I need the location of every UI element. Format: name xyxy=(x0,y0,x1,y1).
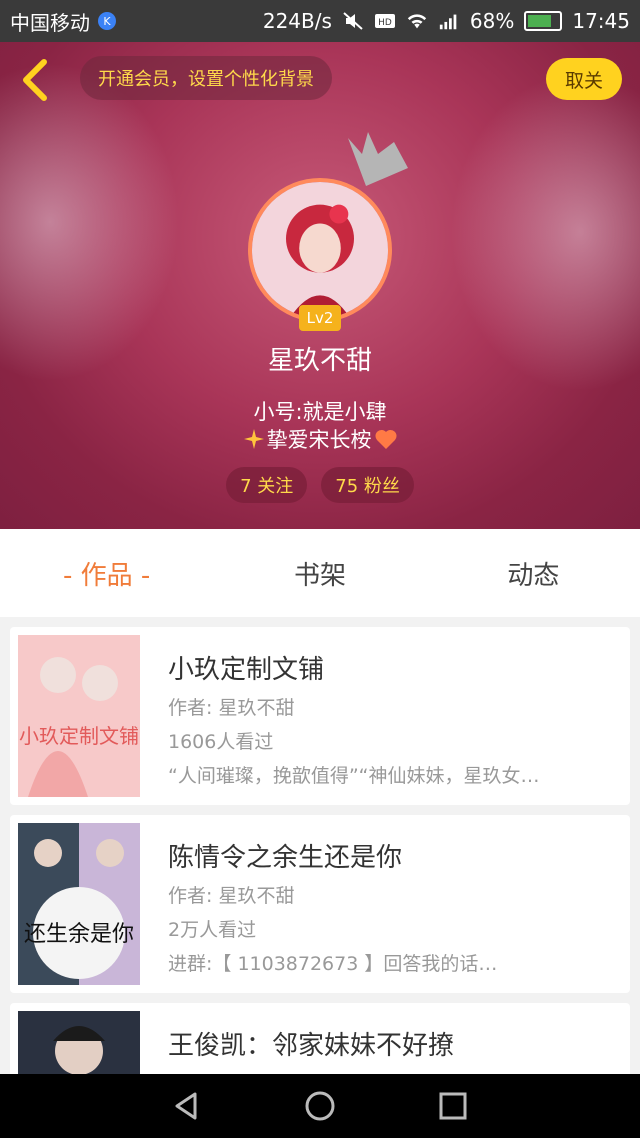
work-description: 进群:【 1103872673 】回答我的话… xyxy=(168,953,498,975)
heart-icon xyxy=(374,429,397,449)
work-title: 小玖定制文铺 xyxy=(168,655,325,685)
crown-icon xyxy=(348,132,408,186)
works-list: 小玖定制文铺 小玖定制文铺 作者: 星玖不甜 1606人看过 “人间璀璨，挽歆值… xyxy=(0,617,640,1074)
tab-works[interactable]: - 作品 - xyxy=(0,529,213,617)
work-title: 陈情令之余生还是你 xyxy=(168,843,403,873)
network-speed: 224B/s xyxy=(262,9,332,33)
avatar-image xyxy=(248,178,392,322)
wifi-icon xyxy=(407,14,427,29)
cover-text: 还生余是你 xyxy=(24,922,134,947)
sparkle-icon xyxy=(243,429,264,449)
book-cover xyxy=(18,1011,140,1074)
tab-bookshelf[interactable]: 书架 xyxy=(213,529,426,617)
battery-icon xyxy=(524,11,563,31)
k-app-icon: K xyxy=(98,12,116,30)
nav-recents-icon[interactable] xyxy=(435,1088,471,1124)
system-nav-bar xyxy=(0,1074,640,1138)
work-views: 2万人看过 xyxy=(168,919,257,941)
work-description: “人间璀璨，挽歆值得”“神仙妹妹，星玖女… xyxy=(168,765,540,787)
bio-line-2-text: 挚爱宋长桉 xyxy=(266,428,372,452)
list-item[interactable]: 王俊凯：邻家妹妹不好撩 xyxy=(10,1003,630,1074)
work-author: 作者: 星玖不甜 xyxy=(168,885,295,907)
work-author: 作者: 星玖不甜 xyxy=(168,697,295,719)
tab-activity[interactable]: 动态 xyxy=(427,529,640,617)
list-item[interactable]: 小玖定制文铺 小玖定制文铺 作者: 星玖不甜 1606人看过 “人间璀璨，挽歆值… xyxy=(10,627,630,805)
battery-percent: 68% xyxy=(469,9,515,33)
hd-icon: HD xyxy=(374,14,395,28)
book-cover: 还生余是你 xyxy=(18,823,140,985)
status-bar: 中国移动 K 224B/s HD 68% 17:45 xyxy=(0,0,640,42)
nav-back-icon[interactable] xyxy=(169,1088,205,1124)
level-badge: Lv2 xyxy=(299,305,341,331)
profile-tabs: - 作品 - 书架 动态 xyxy=(0,529,640,617)
book-cover: 小玖定制文铺 xyxy=(18,635,140,797)
work-views: 1606人看过 xyxy=(168,731,274,753)
nav-home-icon[interactable] xyxy=(302,1088,338,1124)
bio-line-1: 小号:就是小肆 xyxy=(253,400,387,424)
clock: 17:45 xyxy=(572,9,630,33)
unfollow-button[interactable]: 取关 xyxy=(546,58,622,100)
work-title: 王俊凯：邻家妹妹不好撩 xyxy=(168,1031,455,1061)
profile-header: 开通会员，设置个性化背景 取关 Lv2 星玖不甜 小号:就是小肆 挚爱宋长桉 7… xyxy=(0,42,640,529)
cover-text: 小玖定制文铺 xyxy=(19,724,139,748)
list-item[interactable]: 还生余是你 陈情令之余生还是你 作者: 星玖不甜 2万人看过 进群:【 1103… xyxy=(10,815,630,993)
signal-4g-icon xyxy=(439,14,457,30)
nickname: 星玖不甜 xyxy=(267,346,372,376)
mute-icon xyxy=(343,12,363,30)
avatar[interactable] xyxy=(248,178,392,322)
bio-line-2: 挚爱宋长桉 xyxy=(0,424,640,454)
stats-row: 7 关注 75 粉丝 xyxy=(0,467,640,503)
svg-text:HD: HD xyxy=(378,18,392,28)
carrier-label: 中国移动 xyxy=(10,10,90,35)
following-count[interactable]: 7 关注 xyxy=(226,467,308,503)
vip-background-prompt[interactable]: 开通会员，设置个性化背景 xyxy=(80,56,332,100)
back-icon[interactable] xyxy=(14,56,54,104)
followers-count[interactable]: 75 粉丝 xyxy=(321,467,414,503)
